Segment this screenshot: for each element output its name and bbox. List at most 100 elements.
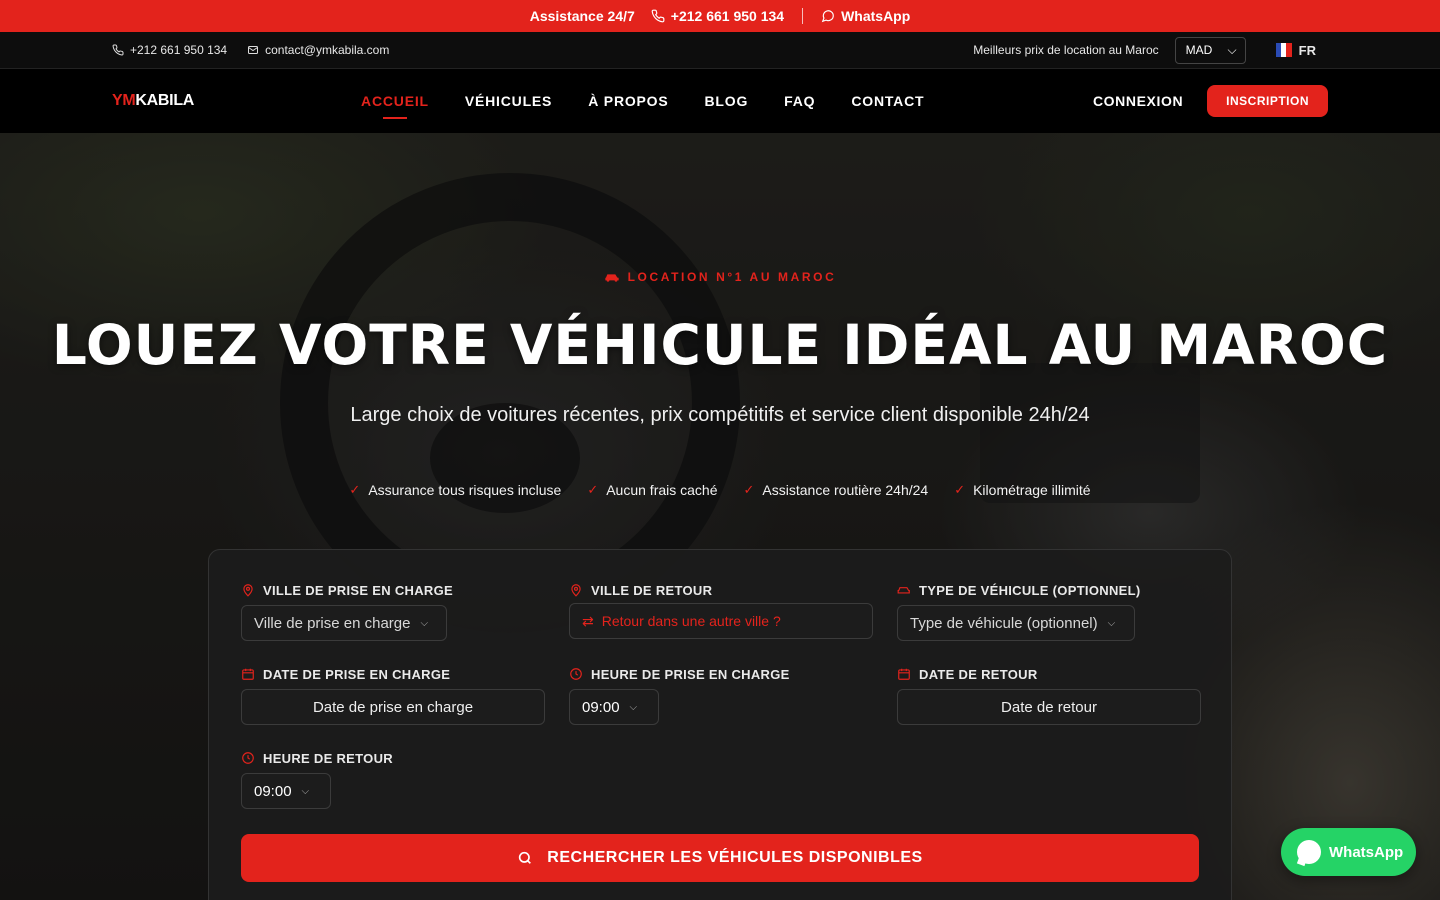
pickup-date-field: DATE DE PRISE EN CHARGE Date de prise en… <box>241 666 545 726</box>
france-flag-icon <box>1275 43 1292 57</box>
currency-select[interactable]: MAD ⌵ <box>1174 36 1246 64</box>
whatsapp-icon <box>821 10 834 23</box>
topbar-phone-link[interactable]: +212 661 950 134 <box>651 8 784 24</box>
hero-title: LOUEZ VOTRE VÉHICULE IDÉAL AU MAROC <box>51 313 1389 377</box>
chevron-down-icon: ⌵ <box>420 617 429 629</box>
check-icon: ✓ <box>954 482 966 497</box>
phone-icon <box>651 9 665 23</box>
hero-kicker: LOCATION N°1 AU MAROC <box>0 270 1440 284</box>
hero-subtitle: Large choix de voitures récentes, prix c… <box>350 404 1090 426</box>
pickup-time-field: HEURE DE PRISE EN CHARGE 09:00 ⌵ <box>569 666 873 726</box>
pickup-time-label: HEURE DE PRISE EN CHARGE <box>591 666 790 682</box>
logo-prefix: YM <box>112 92 136 109</box>
feature-text: Assurance tous risques incluse <box>368 482 562 498</box>
register-button[interactable]: INSCRIPTION <box>1207 85 1328 117</box>
vehicle-type-placeholder: Type de véhicule (optionnel) <box>910 614 1098 632</box>
nav-menu: ACCUEIL VÉHICULES À PROPOS BLOG FAQ CONT… <box>361 93 924 109</box>
pickup-city-field: VILLE DE PRISE EN CHARGE Ville de prise … <box>241 582 551 642</box>
calendar-icon <box>898 668 910 680</box>
check-icon: ✓ <box>349 482 361 497</box>
hero-features: ✓ Assurance tous risques incluse ✓ Aucun f… <box>0 482 1440 498</box>
feature-item: ✓ Assurance tous risques incluse <box>349 482 561 498</box>
chevron-down-icon: ⌵ <box>1107 617 1116 629</box>
nav-item-blog[interactable]: BLOG <box>705 93 749 109</box>
car-icon <box>604 274 619 282</box>
nav-item-contact[interactable]: CONTACT <box>851 93 924 109</box>
return-date-field: DATE DE RETOUR Date de retour <box>897 666 1201 726</box>
swap-icon: ⇄ <box>582 612 594 629</box>
pickup-city-select[interactable]: Ville de prise en charge ⌵ <box>241 605 447 641</box>
chevron-down-icon: ⌵ <box>301 785 310 797</box>
phone-icon <box>112 44 124 56</box>
map-pin-icon <box>571 584 581 597</box>
pickup-date-label: DATE DE PRISE EN CHARGE <box>263 666 451 682</box>
hero-kicker-text: LOCATION N°1 AU MAROC <box>627 270 837 284</box>
contact-bar: +212 661 950 134 contact@ymkabila.com Me… <box>0 32 1440 69</box>
hero-section: LOCATION N°1 AU MAROC LOUEZ VOTRE VÉHICU… <box>0 133 1440 900</box>
chevron-down-icon: ⌵ <box>1227 42 1237 57</box>
clock-icon <box>242 752 254 764</box>
contact-phone-link[interactable]: +212 661 950 134 <box>112 43 227 57</box>
contact-email-text: contact@ymkabila.com <box>265 43 390 57</box>
topbar-divider <box>802 8 804 24</box>
clock-icon <box>570 668 582 680</box>
nav-item-vehicules[interactable]: VÉHICULES <box>465 93 552 109</box>
vehicle-type-label: TYPE DE VÉHICULE (OPTIONNEL) <box>919 582 1141 598</box>
return-city-field: VILLE DE RETOUR ⇄ Retour dans une autre v… <box>569 582 873 642</box>
currency-value: MAD <box>1185 43 1213 57</box>
return-other-city-toggle[interactable]: ⇄ Retour dans une autre ville ? <box>569 603 873 639</box>
main-navigation: YMKABILA ACCUEIL VÉHICULES À PROPOS BLOG… <box>0 69 1440 133</box>
pickup-city-label: VILLE DE PRISE EN CHARGE <box>263 582 453 598</box>
feature-item: ✓ Aucun frais caché <box>587 482 717 498</box>
vehicle-type-field: TYPE DE VÉHICULE (OPTIONNEL) Type de véh… <box>897 582 1201 642</box>
mail-icon <box>248 46 259 54</box>
whatsapp-float-button[interactable]: WhatsApp <box>1281 828 1416 876</box>
assistance-text: Assistance 24/7 <box>529 8 635 24</box>
calendar-icon <box>242 668 254 680</box>
pickup-date-input[interactable]: Date de prise en charge <box>241 689 545 725</box>
site-logo[interactable]: YMKABILA <box>112 92 194 110</box>
language-code: FR <box>1298 42 1316 58</box>
return-other-city-text: Retour dans une autre ville ? <box>601 613 781 629</box>
topbar-whatsapp-link[interactable]: WhatsApp <box>821 8 910 24</box>
pickup-city-placeholder: Ville de prise en charge <box>254 614 411 632</box>
language-switcher[interactable]: FR <box>1275 42 1316 58</box>
contact-email-link[interactable]: contact@ymkabila.com <box>247 43 389 57</box>
search-vehicles-button[interactable]: RECHERCHER LES VÉHICULES DISPONIBLES <box>241 834 1199 882</box>
nav-item-faq[interactable]: FAQ <box>784 93 815 109</box>
chevron-down-icon: ⌵ <box>629 701 638 713</box>
search-form: VILLE DE PRISE EN CHARGE Ville de prise … <box>208 549 1232 900</box>
feature-text: Kilométrage illimité <box>973 482 1091 498</box>
tagline: Meilleurs prix de location au Maroc <box>973 43 1159 57</box>
feature-text: Assistance routière 24h/24 <box>762 482 929 498</box>
contact-phone-text: +212 661 950 134 <box>130 43 228 57</box>
map-pin-icon <box>243 584 253 597</box>
feature-item: ✓ Assistance routière 24h/24 <box>744 482 929 498</box>
nav-item-accueil[interactable]: ACCUEIL <box>361 93 429 109</box>
return-date-input[interactable]: Date de retour <box>897 689 1201 725</box>
return-time-label: HEURE DE RETOUR <box>263 750 393 766</box>
return-time-field: HEURE DE RETOUR 09:00 ⌵ <box>241 750 545 810</box>
car-icon <box>897 587 910 594</box>
whatsapp-icon <box>1297 840 1321 864</box>
return-date-label: DATE DE RETOUR <box>919 666 1038 682</box>
return-time-select[interactable]: 09:00 ⌵ <box>241 773 331 809</box>
topbar-whatsapp-text: WhatsApp <box>841 8 911 24</box>
login-link[interactable]: CONNEXION <box>1093 93 1183 109</box>
check-icon: ✓ <box>587 482 599 497</box>
search-button-label: RECHERCHER LES VÉHICULES DISPONIBLES <box>547 849 923 866</box>
feature-text: Aucun frais caché <box>606 482 718 498</box>
top-announcement-bar: Assistance 24/7 +212 661 950 134 WhatsAp… <box>0 0 1440 32</box>
return-time-value: 09:00 <box>254 782 292 800</box>
pickup-time-select[interactable]: 09:00 ⌵ <box>569 689 659 725</box>
nav-item-a-propos[interactable]: À PROPOS <box>588 93 668 109</box>
pickup-time-value: 09:00 <box>582 698 620 716</box>
feature-item: ✓ Kilométrage illimité <box>954 482 1090 498</box>
vehicle-type-select[interactable]: Type de véhicule (optionnel) ⌵ <box>897 605 1135 641</box>
return-city-label: VILLE DE RETOUR <box>591 582 713 598</box>
check-icon: ✓ <box>743 482 755 497</box>
whatsapp-float-label: WhatsApp <box>1329 843 1404 861</box>
topbar-phone-text: +212 661 950 134 <box>670 8 785 24</box>
search-icon <box>519 851 532 864</box>
logo-suffix: KABILA <box>135 92 195 109</box>
